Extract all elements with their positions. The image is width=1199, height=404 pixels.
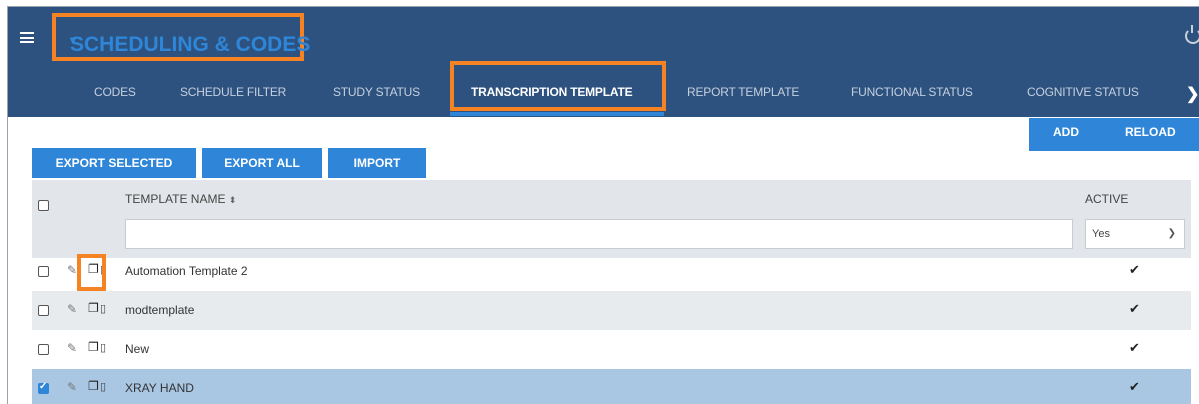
active-filter-select[interactable]: Yes ❯ <box>1085 219 1185 249</box>
template-name-cell: New <box>125 342 150 356</box>
active-tab-highlight <box>450 61 666 111</box>
tab-schedule-filter[interactable]: SCHEDULE FILTER <box>180 79 286 117</box>
tabs-next-icon[interactable]: ❯ <box>1186 84 1199 104</box>
copy-icon[interactable]: ❐ <box>88 340 99 354</box>
delete-icon[interactable]: ▯ <box>100 302 106 315</box>
export-selected-button[interactable]: EXPORT SELECTED <box>32 148 196 178</box>
table-row[interactable]: ✎ ❐ ▯ Automation Template 2 ✔ <box>32 252 1191 291</box>
copy-icon-highlight <box>77 254 106 291</box>
active-check-icon: ✔ <box>1129 262 1140 277</box>
copy-icon[interactable]: ❐ <box>88 301 99 315</box>
template-name-cell: modtemplate <box>125 303 195 317</box>
row-checkbox[interactable] <box>38 344 49 355</box>
edit-icon[interactable]: ✎ <box>67 302 77 316</box>
import-button[interactable]: IMPORT <box>328 148 426 178</box>
edit-icon[interactable]: ✎ <box>67 380 77 394</box>
edit-icon[interactable]: ✎ <box>67 263 77 277</box>
template-name-column-header[interactable]: TEMPLATE NAME ⬍ <box>125 192 236 206</box>
template-name-header-label: TEMPLATE NAME <box>125 192 226 206</box>
row-checkbox[interactable] <box>38 381 49 394</box>
table-row[interactable]: ✎ ❐ ▯ New ✔ <box>32 330 1191 369</box>
hamburger-menu-icon[interactable] <box>20 32 34 43</box>
copy-icon[interactable]: ❐ <box>88 379 99 393</box>
template-name-filter-input[interactable] <box>125 219 1073 249</box>
active-filter-value: Yes <box>1092 228 1110 240</box>
delete-icon[interactable]: ▯ <box>100 341 106 354</box>
sort-icon[interactable]: ⬍ <box>229 195 237 205</box>
active-check-icon: ✔ <box>1129 340 1140 355</box>
table-row[interactable]: ✎ ❐ ▯ XRAY HAND ✔ <box>32 369 1191 404</box>
row-checkbox[interactable] <box>38 266 49 277</box>
table-row[interactable]: ✎ ❐ ▯ modtemplate ✔ <box>32 291 1191 330</box>
tab-cognitive-status[interactable]: COGNITIVE STATUS <box>1027 79 1139 117</box>
module-title: SCHEDULING & CODES <box>70 33 311 56</box>
active-check-icon: ✔ <box>1129 301 1140 316</box>
delete-icon[interactable]: ▯ <box>100 380 106 393</box>
row-checkbox[interactable] <box>38 305 49 316</box>
module-selector[interactable]: SCHEDULING & CODES ▾ <box>52 13 310 61</box>
edit-icon[interactable]: ✎ <box>67 341 77 355</box>
grid-header: TEMPLATE NAME ⬍ ACTIVE Yes ❯ <box>32 180 1191 258</box>
chevron-down-icon: ❯ <box>1167 228 1176 239</box>
export-all-button[interactable]: EXPORT ALL <box>202 148 322 178</box>
add-button[interactable]: ADD <box>1053 118 1079 151</box>
active-check-icon: ✔ <box>1129 379 1140 394</box>
reload-button[interactable]: RELOAD <box>1125 118 1176 151</box>
power-icon[interactable] <box>1185 25 1199 44</box>
template-name-cell: XRAY HAND <box>125 381 194 395</box>
template-name-cell: Automation Template 2 <box>125 264 248 278</box>
tab-report-template[interactable]: REPORT TEMPLATE <box>687 79 799 117</box>
tab-functional-status[interactable]: FUNCTIONAL STATUS <box>851 79 973 117</box>
tab-study-status[interactable]: STUDY STATUS <box>333 79 420 117</box>
tab-codes[interactable]: CODES <box>94 79 136 117</box>
select-all-checkbox[interactable] <box>38 200 49 211</box>
active-column-header: ACTIVE <box>1085 192 1129 206</box>
chevron-down-icon: ▾ <box>70 33 77 47</box>
active-tab-indicator <box>450 112 664 116</box>
add-reload-group: ADD RELOAD <box>1029 118 1199 151</box>
